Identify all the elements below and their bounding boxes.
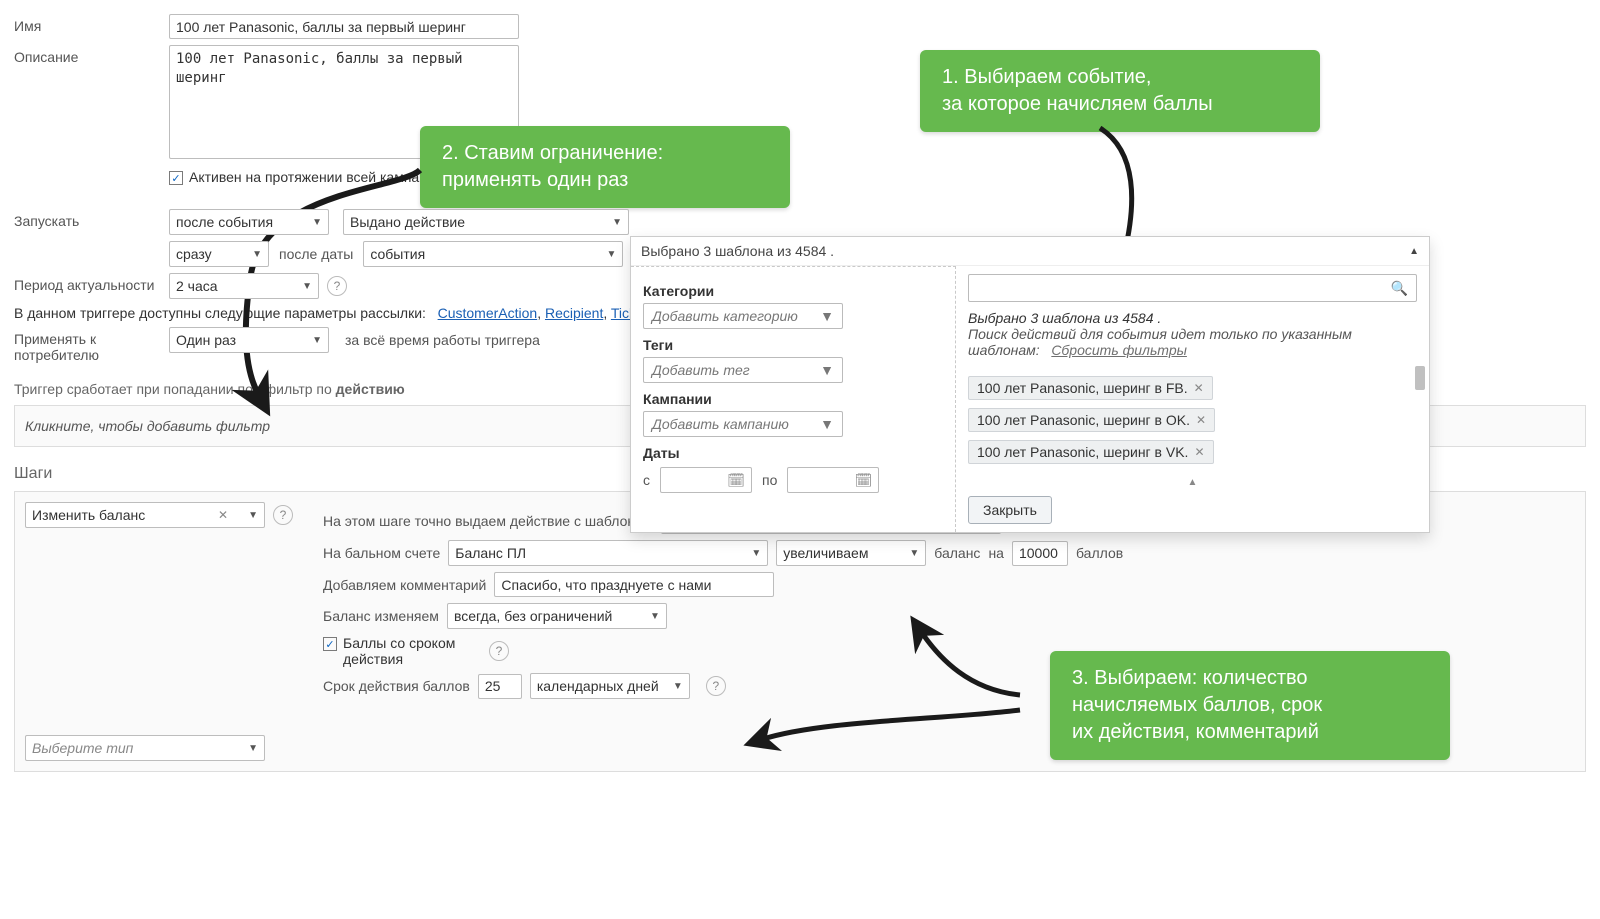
calendar-icon: 🗓 xyxy=(727,472,745,489)
clear-icon[interactable]: ✕ xyxy=(218,508,228,522)
help-icon[interactable]: ? xyxy=(273,505,293,525)
trigger-fire-bold: действию xyxy=(336,381,405,397)
relevance-period-select[interactable]: 2 часа▼ xyxy=(169,273,319,299)
balance-account-label: На бальном счете xyxy=(323,545,440,561)
add-tag-select[interactable]: Добавить тег▼ xyxy=(643,357,843,383)
select-step-type[interactable]: Выберите тип▼ xyxy=(25,735,265,761)
by-word: на xyxy=(988,545,1004,561)
name-label: Имя xyxy=(14,14,169,34)
close-icon[interactable]: ✕ xyxy=(1196,413,1206,427)
param-link-customeraction[interactable]: CustomerAction xyxy=(438,305,538,321)
chevron-up-icon[interactable]: ▲ xyxy=(1409,246,1419,257)
balance-word: баланс xyxy=(934,545,980,561)
selected-template-chip[interactable]: 100 лет Panasonic, шеринг в VK.✕ xyxy=(968,440,1214,464)
apply-to-consumer-select[interactable]: Один раз▼ xyxy=(169,327,329,353)
chevron-down-icon: ▼ xyxy=(650,611,660,622)
chevron-down-icon: ▼ xyxy=(312,217,322,228)
chevron-down-icon: ▼ xyxy=(302,281,312,292)
step-type-select[interactable]: Изменить баланс ✕▼ xyxy=(25,502,265,528)
callout-1: 1. Выбираем событие, за которое начисляе… xyxy=(920,50,1320,132)
tags-label: Теги xyxy=(643,337,943,353)
comment-input[interactable] xyxy=(494,572,774,597)
points-expiry-checkbox[interactable]: ✓ Баллы со сроком действия xyxy=(323,635,473,667)
launch-label: Запускать xyxy=(14,209,169,229)
chevron-down-icon: ▼ xyxy=(606,249,616,260)
relevance-period-label: Период актуальности xyxy=(14,273,169,293)
chevron-down-icon: ▼ xyxy=(751,548,761,559)
balance-change-select[interactable]: всегда, без ограничений▼ xyxy=(447,603,667,629)
chevron-down-icon: ▼ xyxy=(820,308,834,324)
reset-filters-link[interactable]: Сбросить фильтры xyxy=(1051,342,1187,358)
chevron-down-icon: ▼ xyxy=(612,217,622,228)
scrollbar[interactable] xyxy=(1415,366,1425,476)
step-template-label: На этом шаге точно выдаем действие с шаб… xyxy=(323,513,653,529)
chevron-down-icon: ▼ xyxy=(248,510,258,521)
callout-3: 3. Выбираем: количество начисляемых балл… xyxy=(1050,651,1450,760)
selected-template-chip[interactable]: 100 лет Panasonic, шеринг в OK.✕ xyxy=(968,408,1215,432)
chevron-down-icon: ▼ xyxy=(248,743,258,754)
close-icon[interactable]: ✕ xyxy=(1194,445,1204,459)
apply-to-consumer-label: Применять к потребителю xyxy=(14,327,169,363)
after-date-label: после даты xyxy=(279,246,353,262)
date-to-input[interactable]: 🗓 xyxy=(787,467,879,493)
trigger-fire-prefix: Триггер сработает при попадании под филь… xyxy=(14,381,336,397)
checkmark-icon: ✓ xyxy=(169,171,183,185)
points-expiry-checkbox-label: Баллы со сроком действия xyxy=(343,635,473,667)
balance-op-select[interactable]: увеличиваем▼ xyxy=(776,540,926,566)
date-from-label: с xyxy=(643,472,650,488)
date-from-input[interactable]: 🗓 xyxy=(660,467,752,493)
close-button[interactable]: Закрыть xyxy=(968,496,1052,524)
callout-2: 2. Ставим ограничение: применять один ра… xyxy=(420,126,790,208)
chevron-down-icon: ▼ xyxy=(252,249,262,260)
trigger-work-suffix: за всё время работы триггера xyxy=(345,332,540,348)
points-expiry-unit-select[interactable]: календарных дней▼ xyxy=(530,673,690,699)
add-campaign-select[interactable]: Добавить кампанию▼ xyxy=(643,411,843,437)
templates-dropdown-panel: Выбрано 3 шаблона из 4584 . ▲ Категории … xyxy=(630,236,1430,533)
launch-event-select[interactable]: Выдано действие▼ xyxy=(343,209,629,235)
search-icon: 🔍 xyxy=(1391,280,1408,297)
param-link-recipient[interactable]: Recipient xyxy=(545,305,603,321)
close-icon[interactable]: ✕ xyxy=(1194,381,1204,395)
points-word: баллов xyxy=(1076,545,1123,561)
description-label: Описание xyxy=(14,45,169,65)
chevron-down-icon: ▼ xyxy=(312,335,322,346)
active-thru-campaign-label: Активен на протяжении всей кампании xyxy=(189,169,443,185)
name-input[interactable] xyxy=(169,14,519,39)
campaigns-label: Кампании xyxy=(643,391,943,407)
balance-change-label: Баланс изменяем xyxy=(323,608,439,624)
points-amount-input[interactable] xyxy=(1012,541,1068,566)
chevron-down-icon: ▼ xyxy=(909,548,919,559)
chevron-up-icon[interactable]: ▲ xyxy=(1188,477,1198,488)
launch-when-select[interactable]: сразу▼ xyxy=(169,241,269,267)
categories-label: Категории xyxy=(643,283,943,299)
balance-account-select[interactable]: Баланс ПЛ▼ xyxy=(448,540,768,566)
points-expiry-label: Срок действия баллов xyxy=(323,678,470,694)
available-params-text: В данном триггере доступны следующие пар… xyxy=(14,305,426,321)
templates-search-input[interactable]: 🔍 xyxy=(968,274,1417,302)
help-icon[interactable]: ? xyxy=(706,676,726,696)
launch-timing-select[interactable]: после события▼ xyxy=(169,209,329,235)
selected-template-chip[interactable]: 100 лет Panasonic, шеринг в FB.✕ xyxy=(968,376,1213,400)
add-comment-label: Добавляем комментарий xyxy=(323,577,486,593)
panel-header-text: Выбрано 3 шаблона из 4584 . xyxy=(641,243,834,259)
chevron-down-icon: ▼ xyxy=(820,416,834,432)
chevron-down-icon: ▼ xyxy=(673,681,683,692)
selected-summary: Выбрано 3 шаблона из 4584 . xyxy=(968,310,1161,326)
help-icon[interactable]: ? xyxy=(327,276,347,296)
calendar-icon: 🗓 xyxy=(855,472,873,489)
points-expiry-input[interactable] xyxy=(478,674,522,699)
date-to-label: по xyxy=(762,472,777,488)
checkmark-icon: ✓ xyxy=(323,637,337,651)
chevron-down-icon: ▼ xyxy=(820,362,834,378)
dates-label: Даты xyxy=(643,445,943,461)
help-icon[interactable]: ? xyxy=(489,641,509,661)
launch-date-of-select[interactable]: события▼ xyxy=(363,241,623,267)
add-category-select[interactable]: Добавить категорию▼ xyxy=(643,303,843,329)
